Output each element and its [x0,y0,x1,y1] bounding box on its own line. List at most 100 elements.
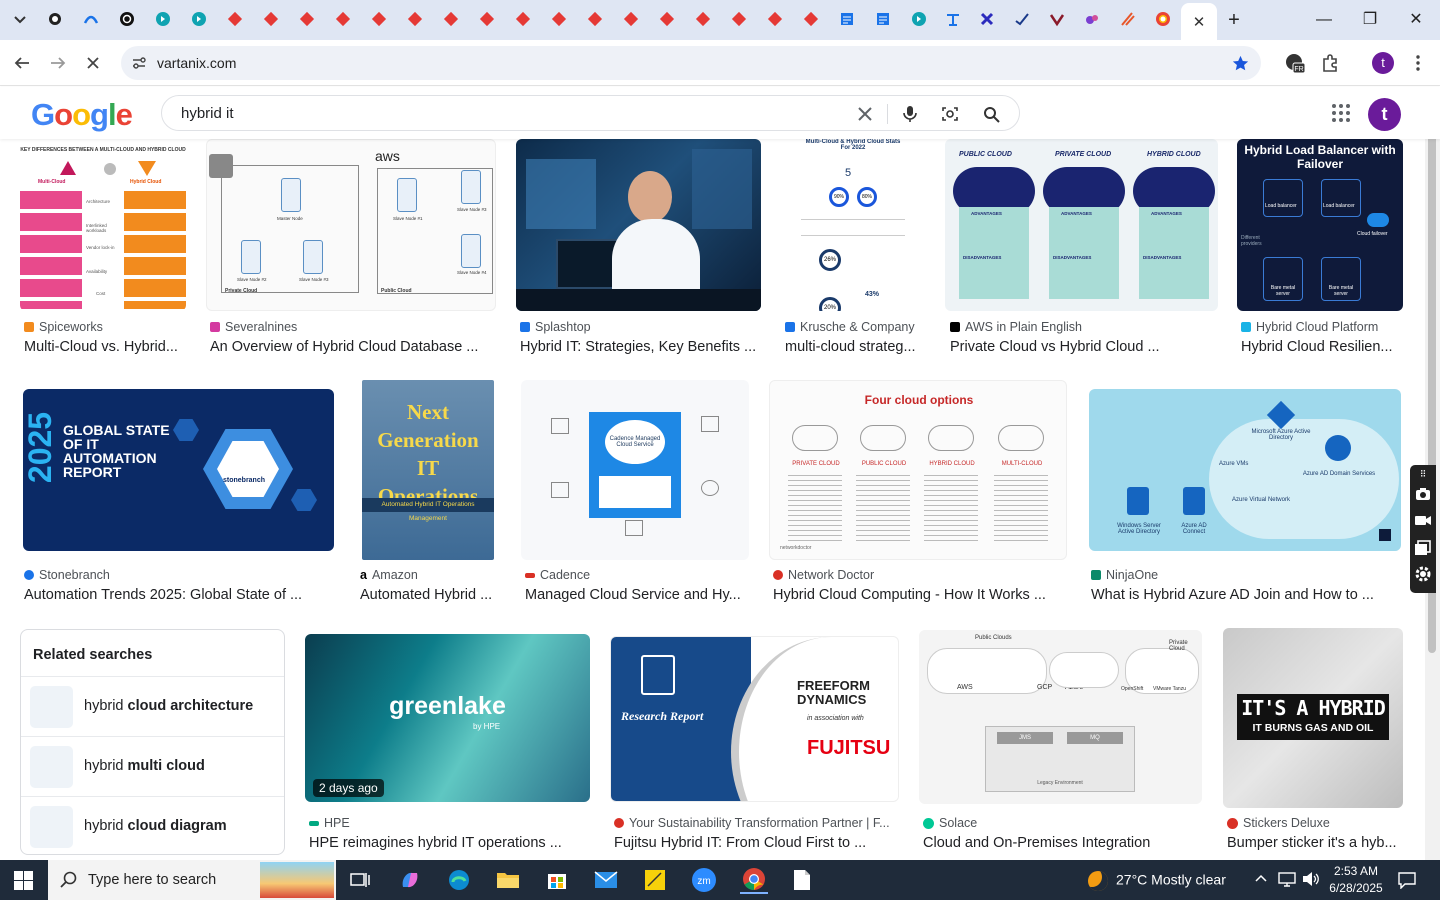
volume-icon[interactable] [1302,871,1320,892]
related-search-item[interactable]: hybrid multi cloud [21,736,284,796]
result-title[interactable]: Hybrid Cloud Resilien... [1241,339,1405,355]
tab-favicon-7[interactable] [259,7,283,31]
result-title[interactable]: Hybrid Cloud Computing - How It Works ..… [773,587,1067,603]
extension-fr-button[interactable]: FR [1283,51,1307,75]
tab-favicon-23[interactable] [835,7,859,31]
tab-favicon-22[interactable] [799,7,823,31]
microsoft-store-app[interactable] [543,866,571,894]
google-logo[interactable]: Google [31,97,133,133]
result-thumbnail[interactable]: PUBLIC CLOUD PRIVATE CLOUD HYBRID CLOUD … [945,139,1218,311]
start-button[interactable] [14,871,33,890]
result-source[interactable]: HPE [309,816,350,830]
tab-close-button[interactable]: ✕ [1181,3,1217,40]
tab-favicon-11[interactable] [403,7,427,31]
window-maximize-button[interactable]: ❐ [1358,8,1382,32]
window-capture-icon[interactable] [1414,539,1432,557]
taskbar-search-box[interactable]: Type here to search [48,860,336,900]
forward-button[interactable] [46,51,70,75]
tab-favicon-6[interactable] [223,7,247,31]
tab-favicon-32[interactable] [1151,7,1175,31]
result-thumbnail[interactable] [516,139,761,311]
result-source[interactable]: a Amazon [360,568,418,582]
result-title[interactable]: An Overview of Hybrid Cloud Database ... [210,339,500,355]
tab-favicon-5[interactable] [187,7,211,31]
result-source[interactable]: NinjaOne [1091,568,1158,582]
back-button[interactable] [10,51,34,75]
tab-favicon-15[interactable] [547,7,571,31]
tab-favicon-13[interactable] [475,7,499,31]
result-thumbnail[interactable]: KEY DIFFERENCES BETWEEN A MULTI-CLOUD AN… [20,139,186,311]
result-thumbnail[interactable]: Research Report FREEFORM DYNAMICS in ass… [610,636,899,802]
mail-app[interactable] [592,866,620,894]
result-title[interactable]: Automation Trends 2025: Global State of … [24,587,334,603]
related-search-item[interactable]: hybrid cloud diagram [21,796,284,854]
tab-favicon-28[interactable] [1010,7,1034,31]
tab-favicon-30[interactable] [1080,7,1104,31]
result-thumbnail[interactable]: Multi-Cloud & Hybrid Cloud Stats For 202… [781,139,925,311]
edge-browser-app[interactable] [445,866,473,894]
tab-favicon-16[interactable] [583,7,607,31]
result-title[interactable]: Managed Cloud Service and Hy... [525,587,749,603]
result-title[interactable]: Private Cloud vs Hybrid Cloud ... [950,339,1220,355]
tab-favicon-8[interactable] [295,7,319,31]
result-source[interactable]: Cadence [525,568,590,582]
profile-button[interactable]: t [1371,51,1395,75]
result-source[interactable]: Solace [923,816,977,830]
result-title[interactable]: Cloud and On-Premises Integration [923,835,1203,851]
lens-search-button[interactable] [940,104,960,124]
result-source[interactable]: Severalnines [210,320,297,334]
tab-favicon-14[interactable] [511,7,535,31]
browser-menu-button[interactable] [1406,51,1430,75]
result-source[interactable]: Splashtop [520,320,591,334]
network-icon[interactable] [1278,871,1296,892]
result-source[interactable]: Stickers Deluxe [1227,816,1330,830]
stop-loading-button[interactable] [81,51,105,75]
tab-favicon-21[interactable] [763,7,787,31]
copilot-app[interactable] [396,866,424,894]
result-source[interactable]: Hybrid Cloud Platform [1241,320,1378,334]
show-hidden-icons-button[interactable] [1254,871,1268,888]
result-source[interactable]: Stonebranch [24,568,110,582]
camera-icon[interactable] [1414,485,1432,503]
voice-search-button[interactable] [900,104,920,124]
gear-icon[interactable] [1414,565,1432,583]
result-title[interactable]: HPE reimagines hybrid IT operations ... [309,835,589,851]
tab-favicon-25[interactable] [907,7,931,31]
search-box[interactable]: hybrid it [161,95,1020,131]
result-source[interactable]: Your Sustainability Transformation Partn… [614,816,890,830]
result-thumbnail[interactable]: greenlake by HPE 2 days ago [305,634,590,802]
window-minimize-button[interactable]: — [1312,8,1336,32]
result-title[interactable]: Automated Hybrid ... [360,587,500,603]
file-explorer-app[interactable] [494,866,522,894]
google-account-avatar[interactable]: t [1368,98,1401,131]
site-info-icon[interactable] [131,55,147,71]
extensions-button[interactable] [1318,51,1342,75]
tab-favicon-2[interactable] [79,7,103,31]
search-input[interactable]: hybrid it [181,105,234,122]
tab-favicon-19[interactable] [691,7,715,31]
tab-favicon-31[interactable] [1116,7,1140,31]
tab-search-icon[interactable] [8,7,32,31]
video-record-icon[interactable] [1414,511,1432,529]
bookmark-star-icon[interactable] [1232,55,1249,72]
new-tab-button[interactable]: + [1222,8,1246,32]
tab-favicon-24[interactable] [871,7,895,31]
tab-favicon-12[interactable] [439,7,463,31]
tab-favicon-4[interactable] [151,7,175,31]
result-title[interactable]: multi-cloud strateg... [785,339,925,355]
tab-favicon-9[interactable] [331,7,355,31]
result-thumbnail[interactable]: Public Clouds Private Cloud AWS GCP Azur… [919,630,1202,804]
google-apps-button[interactable] [1331,103,1351,123]
result-title[interactable]: Fujitsu Hybrid IT: From Cloud First to .… [614,835,899,851]
result-title[interactable]: What is Hybrid Azure AD Join and How to … [1091,587,1401,603]
sticky-notes-app[interactable] [641,866,669,894]
tab-favicon-26[interactable] [941,7,965,31]
system-clock[interactable]: 2:53 AM 6/28/2025 [1326,863,1386,897]
result-thumbnail[interactable]: Four cloud options PRIVATE CLOUD PUBLIC … [769,380,1067,560]
tab-favicon-20[interactable] [727,7,751,31]
tab-favicon-27[interactable] [975,7,999,31]
result-thumbnail[interactable]: Cadence Managed Cloud Service [521,380,749,560]
result-source[interactable]: Spiceworks [24,320,103,334]
notification-center-button[interactable] [1398,871,1416,894]
result-title[interactable]: Multi-Cloud vs. Hybrid... [24,339,188,355]
